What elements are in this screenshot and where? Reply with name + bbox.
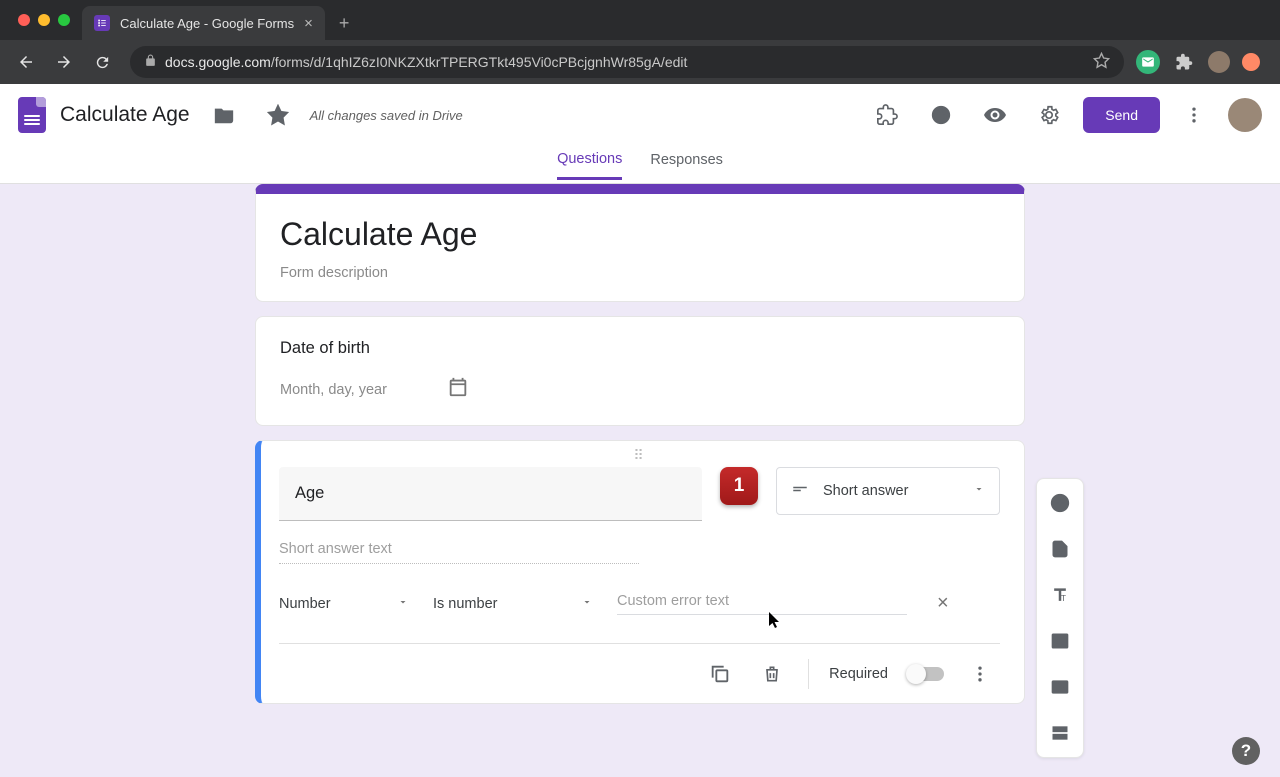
minimize-window-icon[interactable] [38,14,50,26]
new-tab-button[interactable]: + [325,6,364,40]
form-canvas: Calculate Age Form description Date of b… [0,184,1280,777]
browser-toolbar: docs.google.com/forms/d/1qhIZ6zI0NKZXtkr… [0,40,1280,84]
short-answer-placeholder: Short answer text [279,541,639,564]
help-button[interactable]: ? [1232,737,1260,765]
remove-validation-button[interactable]: × [931,592,955,615]
url-text: docs.google.com/forms/d/1qhIZ6zI0NKZXtkr… [165,54,687,70]
browser-tabbar: Calculate Age - Google Forms × + [0,0,1280,40]
add-video-button[interactable] [1044,671,1076,703]
question-card-date-of-birth[interactable]: Date of birth Month, day, year [255,316,1025,426]
question-card-age-active[interactable]: ⠿ 1 Short answer [255,440,1025,704]
add-title-button[interactable]: T [1044,579,1076,611]
close-window-icon[interactable] [18,14,30,26]
document-title[interactable]: Calculate Age [60,103,190,127]
validation-operator-select[interactable]: Is number [433,596,593,612]
extensions-icon[interactable] [1172,50,1196,74]
duplicate-button[interactable] [704,663,736,685]
chevron-down-icon [581,596,593,612]
mail-extension-icon[interactable] [1136,50,1160,74]
drag-handle-icon[interactable]: ⠿ [279,441,1000,467]
question-type-label: Short answer [823,483,908,499]
more-menu-button[interactable] [1174,95,1214,135]
form-header-card[interactable]: Calculate Age Form description [255,184,1025,302]
account-avatar[interactable] [1228,98,1262,132]
send-button[interactable]: Send [1083,97,1160,133]
delete-button[interactable] [756,664,788,684]
form-title[interactable]: Calculate Age [280,216,1000,253]
forms-favicon-icon [94,15,110,31]
svg-text:T: T [1061,593,1066,603]
tab-questions[interactable]: Questions [557,151,622,180]
form-description-placeholder[interactable]: Form description [280,265,1000,281]
customize-theme-button[interactable] [921,95,961,135]
floating-toolbar: T [1036,478,1084,758]
question-type-select[interactable]: Short answer [776,467,1000,515]
date-placeholder: Month, day, year [280,382,387,398]
chevron-down-icon [973,483,985,499]
close-tab-icon[interactable]: × [304,15,313,32]
reload-button[interactable] [86,46,118,78]
back-button[interactable] [10,46,42,78]
required-label: Required [829,666,888,682]
question-more-menu[interactable] [964,664,996,684]
add-section-button[interactable] [1044,717,1076,749]
settings-button[interactable] [1029,95,1069,135]
question-title-input[interactable] [279,467,702,521]
chevron-down-icon [397,596,409,612]
bookmark-star-icon[interactable] [1093,52,1110,72]
short-answer-icon [791,480,809,502]
calendar-icon [447,376,469,403]
mouse-cursor-icon [768,612,782,635]
validation-row: Number Is number Custom error text × [279,592,1000,615]
window-controls [8,0,82,40]
app-header: Calculate Age All changes saved in Drive… [0,84,1280,146]
question-title: Date of birth [280,339,1000,358]
annotation-badge: 1 [720,467,758,505]
move-to-folder-button[interactable] [204,95,244,135]
question-footer: Required [279,643,1000,703]
profile-avatar-icon[interactable] [1208,51,1230,73]
custom-error-input[interactable]: Custom error text [617,593,907,615]
forms-app: Calculate Age All changes saved in Drive… [0,84,1280,777]
lock-icon [144,54,157,70]
import-questions-button[interactable] [1044,533,1076,565]
browser-chrome: Calculate Age - Google Forms × + docs.go… [0,0,1280,84]
maximize-window-icon[interactable] [58,14,70,26]
editor-tabs: Questions Responses [0,146,1280,184]
forward-button[interactable] [48,46,80,78]
validation-type-select[interactable]: Number [279,596,409,612]
address-bar[interactable]: docs.google.com/forms/d/1qhIZ6zI0NKZXtkr… [130,46,1124,78]
star-button[interactable] [258,95,298,135]
save-status: All changes saved in Drive [310,108,463,123]
browser-tab[interactable]: Calculate Age - Google Forms × [82,6,325,40]
forms-logo-icon[interactable] [18,97,46,133]
divider [808,659,809,689]
add-image-button[interactable] [1044,625,1076,657]
extension-icons [1136,50,1270,74]
tab-responses[interactable]: Responses [650,152,723,178]
required-toggle[interactable] [908,667,944,681]
browser-badge-icon[interactable] [1242,53,1260,71]
tab-title: Calculate Age - Google Forms [120,16,294,31]
preview-button[interactable] [975,95,1015,135]
add-question-button[interactable] [1044,487,1076,519]
addons-button[interactable] [867,95,907,135]
